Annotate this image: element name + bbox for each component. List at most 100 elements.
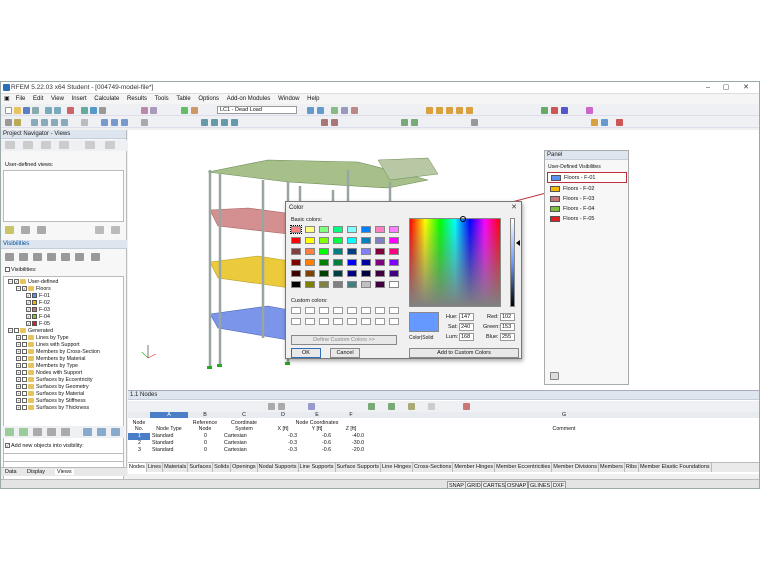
cell-ref[interactable]: 0 — [204, 433, 207, 440]
tab-line-supports[interactable]: Line Supports — [299, 463, 336, 472]
redo-icon[interactable] — [54, 107, 61, 114]
luminance-bar[interactable] — [510, 218, 515, 307]
col-letter-d[interactable]: D — [266, 412, 300, 418]
menu-addon-modules[interactable]: Add-on Modules — [224, 94, 274, 104]
spectrum-crosshair[interactable] — [460, 216, 466, 222]
basic-color-swatch[interactable] — [319, 270, 329, 277]
menu-tools[interactable]: Tools — [152, 94, 172, 104]
surface-icon[interactable] — [61, 119, 68, 126]
zoom-all-icon[interactable] — [111, 119, 118, 126]
panel-swatch-f04[interactable] — [550, 206, 560, 212]
deform-icon[interactable] — [341, 107, 348, 114]
custom-color-swatch[interactable] — [333, 318, 343, 325]
vis-btn-6-icon[interactable] — [75, 253, 84, 261]
panel-swatch-f05[interactable] — [550, 216, 560, 222]
cell-x[interactable]: -0.3 — [288, 440, 297, 447]
cell-ref[interactable]: 0 — [204, 447, 207, 454]
tree-gen-item[interactable]: + Nodes with Support — [16, 370, 82, 377]
render-b-icon[interactable] — [436, 107, 443, 114]
basic-color-swatch[interactable] — [389, 226, 399, 233]
tree-gen-item[interactable]: + Surfaces by Geometry — [16, 384, 89, 391]
visibilities-checkbox[interactable] — [5, 267, 10, 273]
vis-bottom-6-icon[interactable] — [83, 428, 92, 436]
maximize-icon[interactable]: ▢ — [719, 83, 733, 93]
custom-color-swatch[interactable] — [361, 307, 371, 314]
basic-color-swatch[interactable] — [389, 259, 399, 266]
menu-options[interactable]: Options — [195, 94, 222, 104]
basic-color-swatch[interactable] — [291, 281, 301, 288]
cell-y[interactable]: -0.6 — [322, 440, 331, 447]
col-letter-b[interactable]: B — [188, 412, 222, 418]
menu-calculate[interactable]: Calculate — [91, 94, 122, 104]
custom-color-swatch[interactable] — [305, 318, 315, 325]
tree-gen-item[interactable]: + Surfaces by Eccentricity — [16, 377, 93, 384]
panel-swatch-f02[interactable] — [550, 186, 560, 192]
basic-color-swatch[interactable] — [361, 248, 371, 255]
panel-item-floors-f02[interactable]: Floors - F-02 — [547, 184, 627, 194]
basic-color-swatch[interactable] — [333, 270, 343, 277]
clip-icon[interactable] — [331, 119, 338, 126]
dimension-icon[interactable] — [411, 119, 418, 126]
new-icon[interactable] — [5, 107, 12, 114]
panel-item-floors-f03[interactable]: Floors - F-03 — [547, 194, 627, 204]
cell-x[interactable]: -0.3 — [288, 447, 297, 454]
cell-type[interactable]: Standard — [152, 440, 174, 447]
col-letter-g[interactable]: G — [368, 412, 759, 418]
basic-color-swatch[interactable] — [361, 270, 371, 277]
panel-item-floors-f01[interactable]: Floors - F-01 — [547, 172, 627, 183]
delete-all-views-icon[interactable] — [111, 226, 120, 234]
basic-color-swatch[interactable] — [305, 259, 315, 266]
ok-button[interactable]: OK — [291, 348, 321, 358]
tree-gen-item[interactable]: + Members by Material — [16, 356, 85, 363]
tab-nodes[interactable]: Nodes — [128, 463, 147, 472]
define-custom-colors-button[interactable]: Define Custom Colors >> — [291, 335, 397, 345]
view-btn-5-icon[interactable] — [85, 141, 95, 149]
loadcase-icon[interactable] — [150, 107, 157, 114]
vis-btn-5-icon[interactable] — [61, 253, 70, 261]
move-icon[interactable] — [14, 119, 21, 126]
menu-window[interactable]: Window — [275, 94, 302, 104]
open-icon[interactable] — [14, 107, 21, 114]
nav-tab-views[interactable]: Views — [55, 469, 74, 475]
line-icon[interactable] — [41, 119, 48, 126]
tree-user-defined[interactable]: − ✓ User-defined — [8, 279, 58, 286]
basic-color-swatch[interactable] — [333, 248, 343, 255]
cell-no[interactable]: 2 — [138, 440, 141, 447]
tab-members[interactable]: Members — [599, 463, 625, 472]
member-icon[interactable] — [51, 119, 58, 126]
edit-view-icon[interactable] — [21, 226, 30, 234]
basic-color-swatch[interactable] — [319, 281, 329, 288]
vis-btn-4-icon[interactable] — [47, 253, 56, 261]
view-c-icon[interactable] — [561, 107, 568, 114]
check-icon[interactable] — [181, 107, 188, 114]
nav-tab-data[interactable]: Data — [5, 469, 17, 475]
vis-btn-3-icon[interactable] — [33, 253, 42, 261]
prev-lc-icon[interactable] — [307, 107, 314, 114]
hue-field[interactable]: 147 — [459, 313, 474, 321]
tree-gen-item[interactable]: + Lines with Support — [16, 342, 80, 349]
cell-z[interactable]: -30.0 — [352, 440, 364, 447]
col-letter-e[interactable]: E — [300, 412, 334, 418]
basic-color-swatch[interactable] — [291, 237, 301, 244]
basic-color-swatch[interactable] — [305, 226, 315, 233]
view-btn-4-icon[interactable] — [59, 141, 69, 149]
custom-color-swatch[interactable] — [319, 307, 329, 314]
vis-btn-1-icon[interactable] — [5, 253, 14, 261]
cell-x[interactable]: -0.3 — [288, 433, 297, 440]
rotate-icon[interactable] — [141, 119, 148, 126]
load-case-select[interactable]: LC1 - Dead Load — [217, 106, 297, 114]
status-snap[interactable]: SNAP — [447, 481, 466, 488]
basic-color-swatch[interactable] — [347, 281, 357, 288]
table-export-icon[interactable] — [388, 403, 395, 410]
panel-item-floors-f05[interactable]: Floors - F-05 — [547, 214, 627, 224]
delete-view-icon[interactable] — [95, 226, 104, 234]
basic-color-swatch[interactable] — [389, 248, 399, 255]
tree-floors[interactable]: − ✓ Floors — [16, 286, 51, 293]
values-icon[interactable] — [351, 107, 358, 114]
menu-edit[interactable]: Edit — [30, 94, 46, 104]
render-d-icon[interactable] — [456, 107, 463, 114]
tree-generated[interactable]: − Generated — [8, 328, 53, 335]
tree-gen-item[interactable]: + Members by Type — [16, 363, 78, 370]
vis-btn-2-icon[interactable] — [19, 253, 28, 261]
luminance-arrow-icon[interactable] — [516, 240, 520, 246]
